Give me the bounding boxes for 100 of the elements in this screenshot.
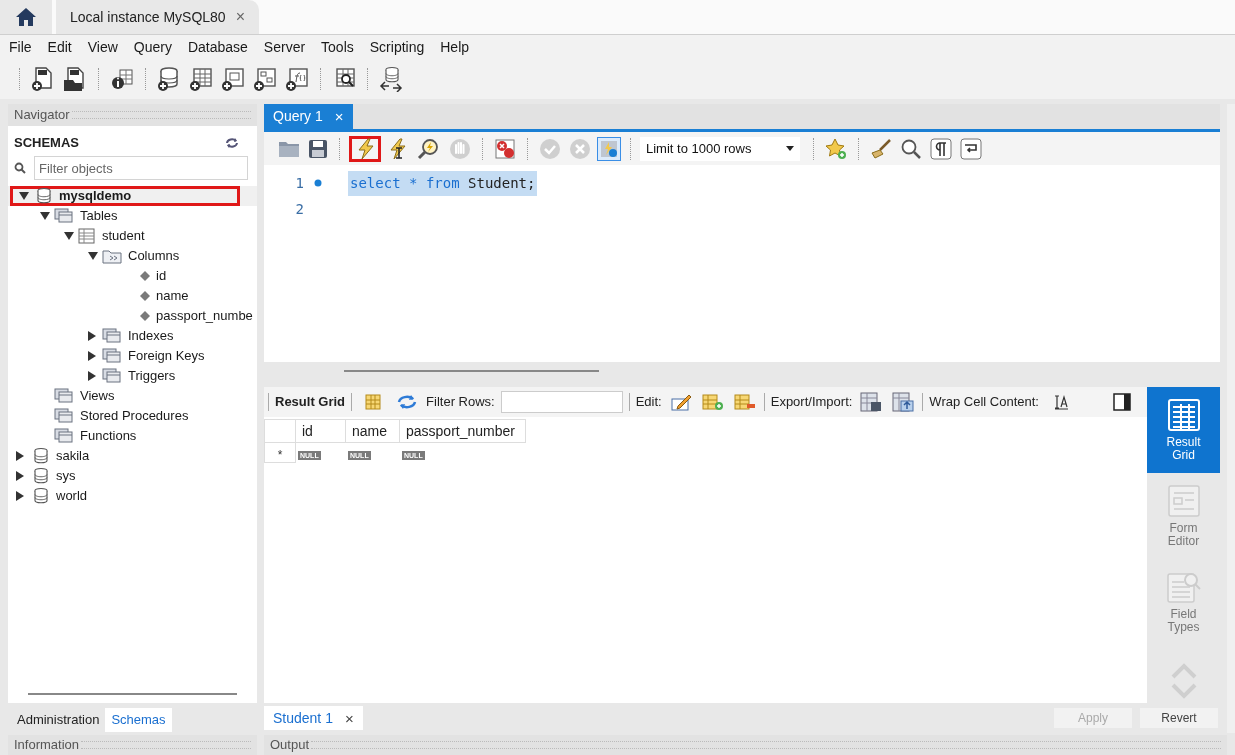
tree-item[interactable]: sakila xyxy=(8,446,257,466)
migration-button[interactable] xyxy=(377,64,405,94)
side-tab[interactable]: Field Types xyxy=(1147,559,1220,645)
check-icon xyxy=(539,137,561,160)
tree-item[interactable]: Functions xyxy=(8,426,257,446)
folder-icon xyxy=(102,328,122,344)
tab[interactable]: Schemas xyxy=(105,707,172,732)
collapse-arrow-icon xyxy=(88,252,98,260)
tree-item[interactable]: student xyxy=(8,226,257,246)
pencil-icon xyxy=(669,393,692,411)
filter-field[interactable]: Filter objects xyxy=(34,156,248,180)
edit-label: Edit: xyxy=(635,393,662,412)
action-button[interactable]: Revert xyxy=(1140,708,1218,728)
database-migrate-icon xyxy=(379,66,403,92)
tree-item[interactable]: name xyxy=(8,286,257,306)
tree-label: name xyxy=(156,287,189,306)
menu-item[interactable]: Server xyxy=(257,36,312,58)
grid-icon xyxy=(1166,398,1201,432)
tree-item[interactable]: Views xyxy=(8,386,257,406)
export-icon xyxy=(860,392,883,412)
table-add-icon xyxy=(189,66,213,92)
autocommit-button[interactable] xyxy=(597,136,621,161)
close-button[interactable]: × xyxy=(235,9,245,25)
close-button[interactable]: × xyxy=(334,109,344,124)
menu-item[interactable]: Query xyxy=(127,36,178,58)
tree-item[interactable]: mysqldemo xyxy=(8,186,257,206)
column-header[interactable]: id xyxy=(296,419,346,443)
info-icon xyxy=(110,66,134,92)
menu-item[interactable]: Tools xyxy=(315,36,360,58)
lightning-cursor-icon xyxy=(387,137,409,160)
filter-rows-field[interactable] xyxy=(500,391,623,413)
invisible-chars-button[interactable] xyxy=(928,135,954,162)
cancel-icon xyxy=(569,137,591,160)
menu-item[interactable]: File xyxy=(3,36,38,58)
procedure-add-icon xyxy=(253,66,277,92)
query-tab[interactable]: Query 1 × xyxy=(264,104,353,129)
magnifier-lightning-icon xyxy=(417,137,441,160)
add-row-button[interactable] xyxy=(699,391,726,413)
tree-label: Views xyxy=(80,387,115,406)
stop-error-icon xyxy=(494,137,516,160)
menu-item[interactable]: Scripting xyxy=(363,36,431,58)
import-button[interactable] xyxy=(890,390,917,414)
tree-item[interactable]: Stored Procedures xyxy=(8,406,257,426)
refresh-button[interactable] xyxy=(223,135,241,151)
tree-label: student xyxy=(102,227,145,246)
search-icon xyxy=(900,137,922,160)
section-title: SCHEMAS xyxy=(14,134,79,153)
home-icon xyxy=(15,7,37,27)
scroll-arrows-icon xyxy=(1170,663,1197,699)
tree-item[interactable]: Columns xyxy=(8,246,257,266)
panel-icon xyxy=(1113,393,1131,411)
window-tab[interactable]: Local instance MySQL80 × xyxy=(56,0,259,34)
side-tab[interactable]: Form Editor xyxy=(1147,473,1220,559)
tree-item[interactable]: sys xyxy=(8,466,257,486)
tree-label: Foreign Keys xyxy=(128,347,205,366)
broom-icon xyxy=(870,137,892,160)
home-tab[interactable] xyxy=(0,0,52,34)
column-header[interactable]: name xyxy=(346,419,400,443)
tree-label: Triggers xyxy=(128,367,176,386)
column-header[interactable]: passport_number xyxy=(400,419,526,443)
database-icon xyxy=(32,487,48,505)
execute-button[interactable] xyxy=(349,135,381,162)
tree-item[interactable]: Triggers xyxy=(8,366,257,386)
wrap-icon xyxy=(960,137,982,160)
menu-item[interactable]: Edit xyxy=(41,36,78,58)
database-icon xyxy=(35,187,51,205)
line-number: 1 xyxy=(294,173,304,193)
tree-item[interactable]: id xyxy=(8,266,257,286)
side-tab[interactable]: Result Grid xyxy=(1147,387,1220,473)
folder-icon xyxy=(102,368,122,384)
close-button[interactable]: × xyxy=(344,710,354,726)
stop-hand-icon xyxy=(449,137,471,160)
toggle-panel-button[interactable] xyxy=(1111,391,1133,413)
tree-item[interactable]: Indexes xyxy=(8,326,257,346)
pilcrow-icon xyxy=(930,137,952,160)
tree-label: sys xyxy=(56,467,76,486)
result-tab[interactable]: Student 1 × xyxy=(264,706,363,730)
save-icon xyxy=(308,138,328,159)
panel-title: Information xyxy=(14,736,81,755)
line-number: 2 xyxy=(294,199,304,219)
tree-item[interactable]: passport_numbe xyxy=(8,306,257,326)
tree-item[interactable]: Foreign Keys xyxy=(8,346,257,366)
tree-label: Functions xyxy=(80,427,137,446)
panel-title: Navigator xyxy=(14,106,71,125)
dropdown-arrow-icon xyxy=(786,146,794,151)
tab[interactable]: Administration xyxy=(11,707,106,732)
lightning-icon xyxy=(355,137,375,160)
delete-row-button[interactable] xyxy=(731,391,758,413)
tree-item[interactable]: world xyxy=(8,486,257,506)
database-add-icon xyxy=(157,66,181,92)
folder-icon xyxy=(102,348,122,364)
tree-label: passport_numbe xyxy=(156,307,253,326)
result-grid-button[interactable]: Result Grid xyxy=(275,392,346,412)
menu-item[interactable]: Help xyxy=(434,36,476,58)
menu-item[interactable]: Database xyxy=(181,36,254,58)
sql-file-icon xyxy=(31,66,55,92)
menu-item[interactable]: View xyxy=(81,36,124,58)
tree-item[interactable]: Tables xyxy=(8,206,257,226)
wrap-lines-button[interactable] xyxy=(958,135,984,162)
limit-dropdown[interactable]: Limit to 1000 rows xyxy=(640,136,800,161)
